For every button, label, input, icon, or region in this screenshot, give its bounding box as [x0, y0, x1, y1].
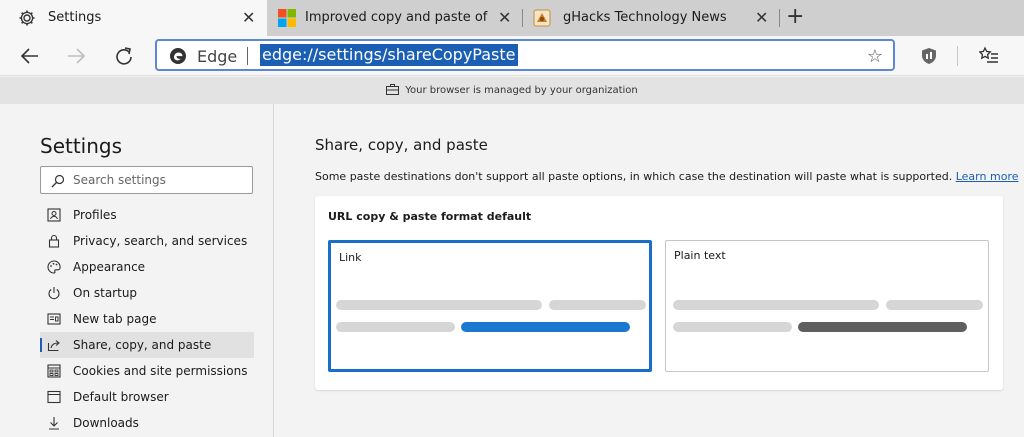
ublock-shield-icon — [922, 48, 936, 64]
option-plain-text[interactable]: Plain text — [665, 240, 989, 372]
url-text[interactable]: edge://settings/shareCopyPaste — [260, 44, 518, 66]
sidebar-item-privacy[interactable]: Privacy, search, and services — [40, 228, 254, 254]
sidebar-item-label: On startup — [73, 286, 138, 300]
forward-arrow-icon — [68, 48, 86, 64]
site-permissions-icon — [46, 363, 62, 379]
tab-improved-copy-paste[interactable]: Improved copy and paste of URL ✕ — [268, 0, 522, 36]
sidebar-item-profiles[interactable]: Profiles — [40, 202, 254, 228]
sidebar-item-label: New tab page — [73, 312, 157, 326]
back-button[interactable] — [16, 42, 44, 70]
settings-content: Share, copy, and paste Some paste destin… — [275, 104, 1024, 437]
sidebar-item-label: Default browser — [73, 390, 169, 404]
ghacks-logo-icon — [533, 9, 551, 27]
close-icon[interactable]: ✕ — [242, 8, 255, 27]
managed-banner: Your browser is managed by your organiza… — [0, 77, 1024, 104]
sidebar-item-downloads[interactable]: Downloads — [40, 410, 254, 436]
sidebar-item-share-copy-paste[interactable]: Share, copy, and paste — [40, 332, 254, 358]
microsoft-logo-icon — [278, 9, 296, 27]
tab-title: gHacks Technology News — [563, 10, 727, 25]
sidebar-item-cookies[interactable]: Cookies and site permissions — [40, 358, 254, 384]
placeholder-bar — [886, 300, 983, 310]
search-input[interactable] — [73, 171, 243, 189]
tab-title: Improved copy and paste of URL — [305, 10, 491, 25]
sidebar-title: Settings — [40, 134, 123, 158]
new-tab-button[interactable]: + — [786, 4, 804, 29]
profile-icon — [46, 207, 62, 223]
sidebar-item-label: Privacy, search, and services — [73, 234, 248, 248]
toolbar-divider — [957, 46, 958, 66]
placeholder-bar — [673, 300, 879, 310]
share-icon — [46, 337, 62, 353]
tab-strip: Settings ✕ Improved copy and paste of UR… — [0, 0, 1024, 36]
description-text: Some paste destinations don't support al… — [315, 170, 953, 183]
new-tab-icon — [46, 311, 62, 327]
back-arrow-icon — [20, 48, 38, 64]
link-accent-bar — [461, 322, 630, 332]
sidebar-item-appearance[interactable]: Appearance — [40, 254, 254, 280]
card-title: URL copy & paste format default — [328, 210, 532, 223]
placeholder-bar — [336, 300, 542, 310]
tab-divider — [779, 9, 780, 27]
tab-settings[interactable]: Settings ✕ — [0, 0, 267, 36]
settings-sidebar: Settings Profiles Privacy, search, and s… — [0, 104, 274, 437]
forward-button[interactable] — [62, 42, 90, 70]
lock-icon — [46, 233, 62, 249]
gear-icon — [18, 9, 36, 31]
option-label: Plain text — [674, 249, 726, 262]
url-format-card: URL copy & paste format default Link Pla… — [315, 196, 1003, 390]
close-icon[interactable]: ✕ — [755, 8, 768, 27]
tab-title: Settings — [48, 10, 102, 25]
sidebar-item-default-browser[interactable]: Default browser — [40, 384, 254, 410]
search-box[interactable] — [40, 166, 253, 194]
tab-ghacks[interactable]: gHacks Technology News ✕ — [523, 0, 778, 36]
favorites-list-icon — [979, 46, 998, 63]
placeholder-bar — [336, 322, 455, 332]
favorites-button[interactable] — [975, 42, 1003, 70]
sidebar-item-label: Cookies and site permissions — [73, 364, 248, 378]
sidebar-item-on-startup[interactable]: On startup — [40, 280, 254, 306]
sidebar-item-label: Profiles — [73, 208, 117, 222]
edge-logo-icon — [169, 47, 187, 69]
star-icon[interactable]: ☆ — [867, 46, 883, 67]
placeholder-bar — [673, 322, 792, 332]
page-description: Some paste destinations don't support al… — [315, 170, 1018, 183]
option-label: Link — [339, 251, 362, 264]
palette-icon — [46, 259, 62, 275]
sidebar-item-label: Appearance — [73, 260, 146, 274]
navigation-toolbar: Edge edge://settings/shareCopyPaste ☆ — [0, 36, 1024, 76]
close-icon[interactable]: ✕ — [498, 8, 511, 27]
sidebar-item-new-tab-page[interactable]: New tab page — [40, 306, 254, 332]
sidebar-item-label: Downloads — [73, 416, 139, 430]
search-icon — [51, 173, 65, 192]
address-bar[interactable]: Edge edge://settings/shareCopyPaste ☆ — [155, 39, 895, 71]
managed-banner-text: Your browser is managed by your organiza… — [405, 85, 638, 96]
browser-icon — [46, 389, 62, 405]
power-icon — [46, 285, 62, 301]
sidebar-item-label: Share, copy, and paste — [73, 338, 212, 352]
option-link[interactable]: Link — [328, 240, 652, 372]
settings-nav: Profiles Privacy, search, and services A… — [40, 202, 254, 436]
placeholder-bar — [549, 300, 646, 310]
ublock-extension-button[interactable] — [915, 42, 943, 70]
plain-text-bar — [798, 322, 967, 332]
refresh-icon — [116, 47, 132, 65]
refresh-button[interactable] — [110, 42, 138, 70]
briefcase-icon — [386, 83, 400, 98]
address-divider — [247, 47, 248, 65]
learn-more-link[interactable]: Learn more — [956, 170, 1019, 183]
page-title: Share, copy, and paste — [315, 136, 488, 154]
download-icon — [46, 415, 62, 431]
browser-label: Edge — [197, 47, 238, 66]
